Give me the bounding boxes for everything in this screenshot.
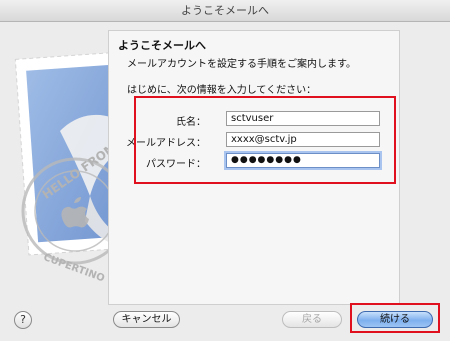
window-title: ようこそメールへ xyxy=(181,4,269,17)
welcome-heading: ようこそメールへ xyxy=(118,39,206,52)
highlight-frame-form xyxy=(134,96,396,184)
help-button[interactable]: ? xyxy=(14,311,32,329)
cancel-button[interactable]: キャンセル xyxy=(113,311,180,328)
intro-text: メールアカウントを設定する手順をご案内します。 xyxy=(127,59,356,70)
instruction-text: はじめに、次の情報を入力してください： xyxy=(127,85,317,96)
window-title-bar: ようこそメールへ xyxy=(0,0,450,22)
highlight-frame-continue xyxy=(350,303,440,333)
back-button[interactable]: 戻る xyxy=(282,311,342,328)
